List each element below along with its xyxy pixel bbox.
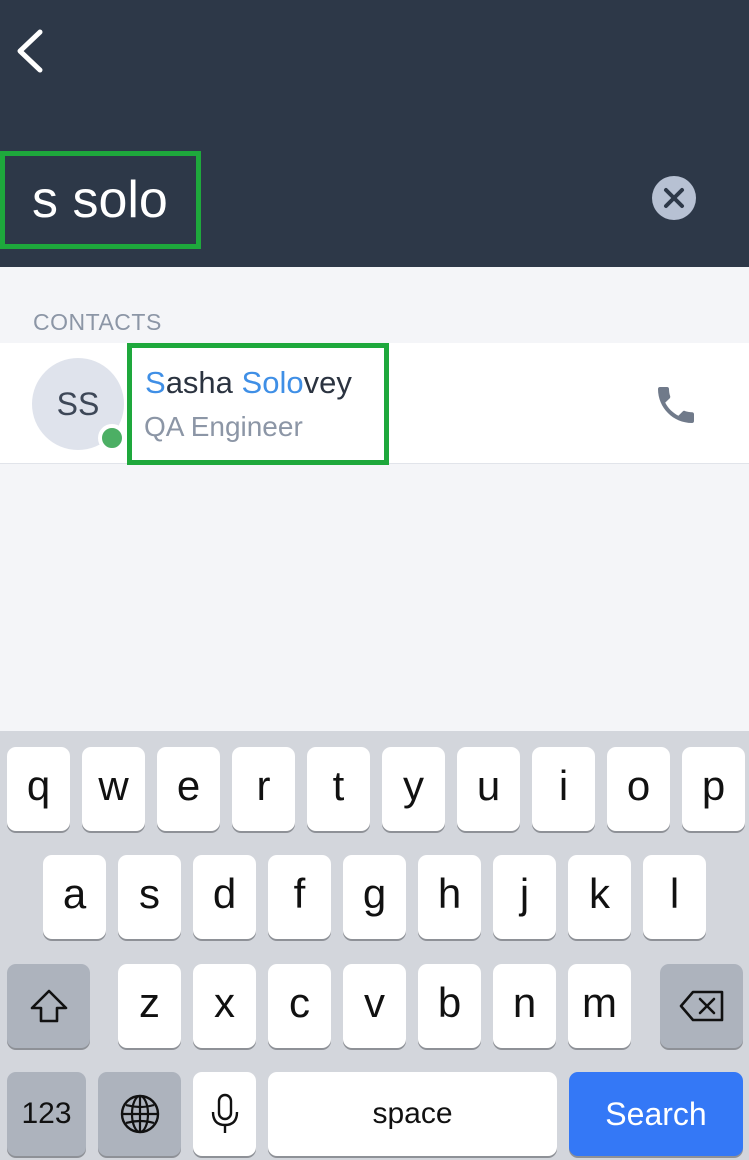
key-p[interactable]: p xyxy=(682,747,745,831)
close-icon xyxy=(664,188,684,208)
key-g[interactable]: g xyxy=(343,855,406,939)
key-s[interactable]: s xyxy=(118,855,181,939)
key-m[interactable]: m xyxy=(568,964,631,1048)
call-button[interactable] xyxy=(650,381,702,429)
name-match-highlight: Solo xyxy=(241,365,304,400)
globe-icon xyxy=(120,1094,159,1134)
key-d[interactable]: d xyxy=(193,855,256,939)
key-f[interactable]: f xyxy=(268,855,331,939)
key-q[interactable]: q xyxy=(7,747,70,831)
backspace-key[interactable] xyxy=(660,964,743,1048)
key-t[interactable]: t xyxy=(307,747,370,831)
chevron-left-icon xyxy=(17,29,43,73)
contacts-section-label: CONTACTS xyxy=(33,309,162,335)
key-c[interactable]: c xyxy=(268,964,331,1048)
key-o[interactable]: o xyxy=(607,747,670,831)
name-text: asha xyxy=(165,365,242,400)
contact-job-title: QA Engineer xyxy=(144,411,303,442)
shift-icon xyxy=(30,989,67,1023)
key-r[interactable]: r xyxy=(232,747,295,831)
phone-icon xyxy=(658,387,694,423)
search-key[interactable]: Search xyxy=(569,1072,743,1156)
back-button[interactable] xyxy=(10,22,54,80)
name-match-highlight: S xyxy=(145,365,166,400)
shift-key[interactable] xyxy=(7,964,90,1048)
key-w[interactable]: w xyxy=(82,747,145,831)
globe-key[interactable] xyxy=(98,1072,181,1156)
key-j[interactable]: j xyxy=(493,855,556,939)
search-input[interactable] xyxy=(32,170,552,230)
search-header xyxy=(0,0,749,267)
contact-list-item[interactable]: SS Sasha Solovey QA Engineer xyxy=(0,343,749,465)
key-i[interactable]: i xyxy=(532,747,595,831)
key-e[interactable]: e xyxy=(157,747,220,831)
on-screen-keyboard: qwertyuiop asdfghjkl zxcvbnm 123 space S xyxy=(0,731,749,1160)
key-v[interactable]: v xyxy=(343,964,406,1048)
name-text: vey xyxy=(303,365,352,400)
backspace-icon xyxy=(679,990,723,1022)
key-y[interactable]: y xyxy=(382,747,445,831)
key-a[interactable]: a xyxy=(43,855,106,939)
key-x[interactable]: x xyxy=(193,964,256,1048)
key-l[interactable]: l xyxy=(643,855,706,939)
dictation-key[interactable] xyxy=(193,1072,256,1156)
key-n[interactable]: n xyxy=(493,964,556,1048)
clear-search-button[interactable] xyxy=(652,176,696,220)
space-key[interactable]: space xyxy=(268,1072,557,1156)
key-h[interactable]: h xyxy=(418,855,481,939)
key-u[interactable]: u xyxy=(457,747,520,831)
contact-name: Sasha Solovey xyxy=(145,365,352,401)
key-z[interactable]: z xyxy=(118,964,181,1048)
key-b[interactable]: b xyxy=(418,964,481,1048)
online-status-indicator xyxy=(98,424,126,452)
contact-info-highlight xyxy=(127,343,389,465)
key-k[interactable]: k xyxy=(568,855,631,939)
numbers-key[interactable]: 123 xyxy=(7,1072,86,1156)
microphone-icon xyxy=(211,1093,238,1133)
